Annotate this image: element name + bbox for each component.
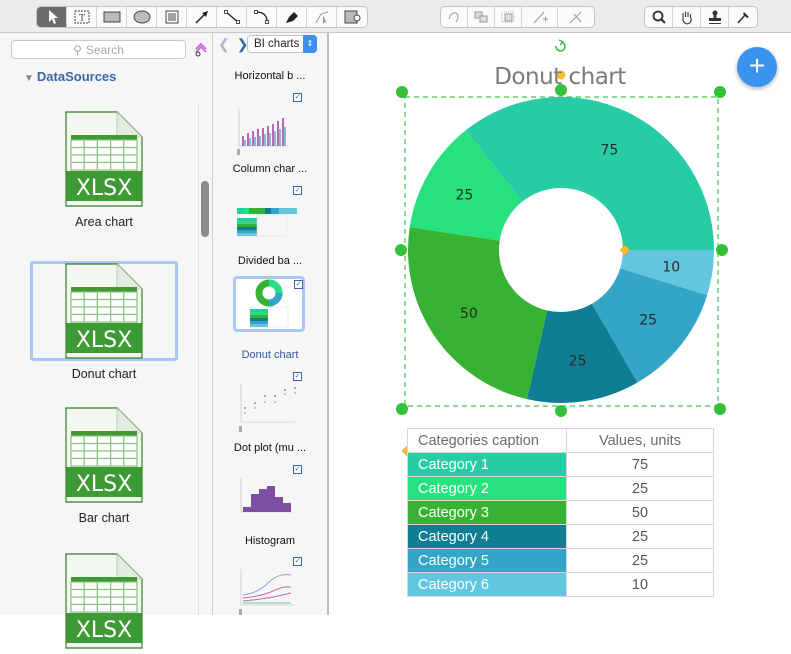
table-row[interactable]: Category 1 75 [407, 452, 714, 477]
slice-label-1: 75 [600, 143, 618, 159]
resize-handle-bottom[interactable] [555, 405, 567, 417]
slice-label-3: 50 [460, 306, 478, 322]
value-cell[interactable]: 25 [566, 548, 714, 573]
table-header-categories: Categories caption [407, 428, 567, 453]
table-header-values: Values, units [566, 428, 714, 453]
value-cell[interactable]: 75 [566, 452, 714, 477]
category-cell[interactable]: Category 5 [407, 548, 567, 573]
chart-title[interactable]: Donut chart [470, 64, 650, 90]
add-button[interactable]: + [737, 47, 777, 87]
category-cell[interactable]: Category 2 [407, 476, 567, 501]
rotate-handle-icon[interactable] [555, 41, 566, 52]
slice-label-6: 10 [662, 260, 680, 276]
resize-handle-left[interactable] [395, 244, 407, 256]
slice-label-4: 25 [569, 353, 587, 369]
value-cell[interactable]: 50 [566, 500, 714, 525]
slice-label-5: 25 [639, 313, 657, 329]
category-cell[interactable]: Category 3 [407, 500, 567, 525]
slice-label-2: 25 [456, 187, 474, 203]
resize-handle-top-right[interactable] [714, 86, 726, 98]
resize-handle-bottom-right[interactable] [714, 403, 726, 415]
data-table[interactable]: Categories caption Values, units Categor… [407, 428, 714, 597]
table-row[interactable]: Category 2 25 [407, 476, 714, 501]
table-row[interactable]: Category 4 25 [407, 524, 714, 549]
table-row[interactable]: Category 3 50 [407, 500, 714, 525]
category-cell[interactable]: Category 6 [407, 572, 567, 597]
table-row[interactable]: Category 5 25 [407, 548, 714, 573]
value-cell[interactable]: 10 [566, 572, 714, 597]
value-cell[interactable]: 25 [566, 524, 714, 549]
resize-handle-top-left[interactable] [396, 86, 408, 98]
value-cell[interactable]: 25 [566, 476, 714, 501]
svg-text:XLSX: XLSX [76, 618, 132, 643]
table-row[interactable]: Category 6 10 [407, 572, 714, 597]
resize-handle-bottom-left[interactable] [396, 403, 408, 415]
category-cell[interactable]: Category 4 [407, 524, 567, 549]
resize-handle-right[interactable] [716, 244, 728, 256]
category-cell[interactable]: Category 1 [407, 452, 567, 477]
